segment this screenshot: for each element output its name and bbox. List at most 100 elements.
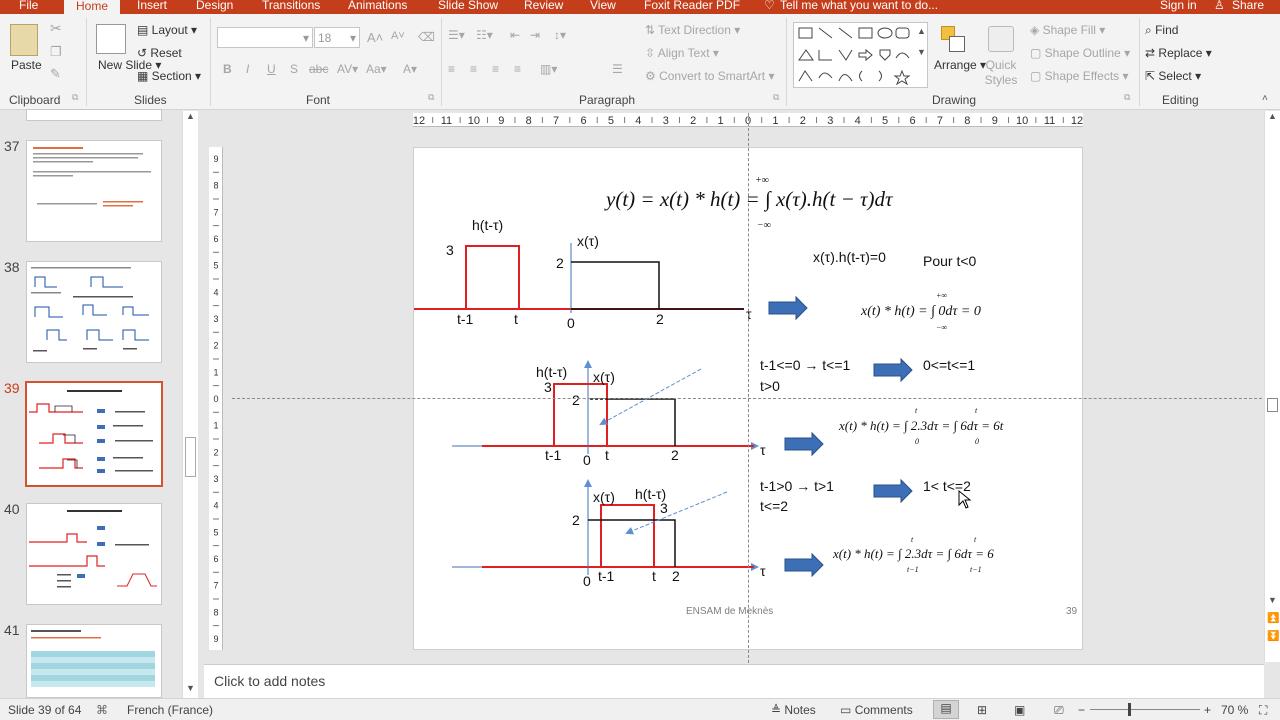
shrink-font-icon[interactable]: A˅ <box>391 30 405 42</box>
zoom-slider-track[interactable] <box>1090 709 1200 710</box>
comments-button[interactable]: ▭ Comments <box>840 703 913 717</box>
line-spacing-icon[interactable]: ↕▾ <box>554 28 566 42</box>
thumbnail-40[interactable] <box>26 503 162 605</box>
bullets-icon[interactable]: ☰▾ <box>448 28 465 42</box>
select-button[interactable]: ⇱ Select ▾ <box>1145 69 1201 83</box>
tab-transitions[interactable]: Transitions <box>262 0 320 12</box>
thumbnail-38[interactable] <box>26 261 162 363</box>
cut-icon[interactable]: ✂ <box>50 20 62 37</box>
spacing-icon[interactable]: AV▾ <box>337 62 358 76</box>
editor-scrollbar[interactable]: ▲ ▼ ⏫ ⏬ <box>1264 111 1280 662</box>
italic-icon[interactable]: I <box>246 62 249 76</box>
paragraph-more-icon[interactable]: ☰ <box>612 62 623 76</box>
strikethrough-icon[interactable]: abc <box>309 62 328 76</box>
font-size-box[interactable]: 18 ▾ <box>314 27 360 48</box>
next-slide-icon[interactable]: ⏬ <box>1267 631 1279 642</box>
thumbnail-scroll-thumb[interactable] <box>185 437 196 477</box>
font-color-icon[interactable]: A▾ <box>403 62 417 76</box>
previous-slide-icon[interactable]: ⏫ <box>1267 613 1279 624</box>
shadow-icon[interactable]: S <box>290 62 298 76</box>
change-case-icon[interactable]: Aa▾ <box>366 62 387 76</box>
zoom-out-button[interactable]: − <box>1078 703 1085 717</box>
tab-insert[interactable]: Insert <box>137 0 167 12</box>
font-name-box[interactable]: ▾ <box>217 27 313 48</box>
shapes-gallery[interactable] <box>793 22 928 88</box>
tab-file[interactable]: File <box>19 0 38 12</box>
share-icon[interactable]: ♙ <box>1214 0 1225 12</box>
horizontal-guide[interactable] <box>232 398 1262 399</box>
tell-me-box[interactable]: Tell me what you want to do... <box>780 0 938 12</box>
underline-icon[interactable]: U <box>267 62 276 76</box>
find-button[interactable]: ⌕ Find <box>1145 23 1178 38</box>
editor-scroll-thumb[interactable] <box>1267 398 1278 412</box>
tab-foxit[interactable]: Foxit Reader PDF <box>644 0 740 12</box>
align-right-icon[interactable]: ≡ <box>492 62 499 76</box>
replace-button[interactable]: ⇄ Replace ▾ <box>1145 46 1212 60</box>
normal-view-icon[interactable]: ▤ <box>933 700 959 719</box>
align-center-icon[interactable]: ≡ <box>470 62 477 76</box>
thumbnail-39-selected[interactable] <box>25 381 163 487</box>
editor-scroll-down-icon[interactable]: ▼ <box>1268 595 1277 605</box>
slide-sorter-icon[interactable]: ⊞ <box>977 703 987 717</box>
sign-in-link[interactable]: Sign in <box>1160 0 1197 12</box>
notes-pane[interactable]: Click to add notes <box>204 664 1264 698</box>
convert-smartart-button[interactable]: ⚙ Convert to SmartArt ▾ <box>645 69 774 83</box>
ruler-label: 9 <box>498 115 504 127</box>
thumbnail-37[interactable] <box>26 140 162 242</box>
select-icon: ⇱ <box>1145 69 1156 83</box>
paste-button[interactable]: Paste <box>11 58 42 72</box>
reading-view-icon[interactable]: ▣ <box>1014 703 1025 717</box>
align-left-icon[interactable]: ≡ <box>448 62 455 76</box>
text-direction-button[interactable]: ⇅ Text Direction ▾ <box>645 23 740 37</box>
decrease-indent-icon[interactable]: ⇤ <box>510 28 520 42</box>
shape-effects-button[interactable]: ▢ Shape Effects ▾ <box>1030 69 1129 83</box>
bold-icon[interactable]: B <box>223 62 232 76</box>
shape-outline-button[interactable]: ▢ Shape Outline ▾ <box>1030 46 1130 60</box>
reset-button[interactable]: ↺ Reset <box>137 46 182 60</box>
thumbnail-41[interactable] <box>26 624 162 698</box>
zoom-level[interactable]: 70 % <box>1221 703 1248 717</box>
share-button[interactable]: Share <box>1232 0 1264 12</box>
quick-styles-button[interactable]: Quick Styles <box>981 58 1021 88</box>
drawing-launcher-icon[interactable]: ⧉ <box>1124 92 1130 103</box>
section-button[interactable]: ▦ Section ▾ <box>137 69 201 83</box>
zoom-in-button[interactable]: + <box>1204 703 1211 717</box>
scroll-down-icon[interactable]: ▼ <box>186 683 195 693</box>
notes-button[interactable]: ≜ Notes <box>771 703 816 717</box>
tab-view[interactable]: View <box>590 0 616 12</box>
gallery-scroll-down-icon[interactable]: ▼ <box>917 47 926 57</box>
tab-slide-show[interactable]: Slide Show <box>438 0 498 12</box>
vertical-guide[interactable] <box>748 113 749 663</box>
format-painter-icon[interactable]: ✎ <box>50 66 61 82</box>
p2-condition: t-1<=0 → t<=1 <box>760 357 850 373</box>
tab-design[interactable]: Design <box>196 0 233 12</box>
increase-indent-icon[interactable]: ⇥ <box>530 28 540 42</box>
grow-font-icon[interactable]: A˄ <box>367 30 383 45</box>
clear-format-icon[interactable]: ⌫ <box>418 30 435 44</box>
thumbnail-36[interactable] <box>26 109 162 121</box>
tab-animations[interactable]: Animations <box>348 0 407 12</box>
gallery-scroll-up-icon[interactable]: ▲ <box>917 26 926 36</box>
language-indicator[interactable]: French (France) <box>127 703 213 717</box>
layout-button[interactable]: ▤ Layout ▾ <box>137 23 197 37</box>
thumbnail-scrollbar[interactable]: ▲ ▼ <box>182 111 198 698</box>
editor-scroll-up-icon[interactable]: ▲ <box>1268 111 1277 121</box>
align-text-button[interactable]: ⇳ Align Text ▾ <box>645 46 719 60</box>
slideshow-icon[interactable]: ⎚ <box>1054 703 1064 718</box>
fit-to-window-icon[interactable]: ⛶ <box>1259 703 1267 718</box>
copy-icon[interactable]: ❐ <box>50 44 62 60</box>
arrange-button[interactable]: Arrange ▾ <box>934 58 986 72</box>
collapse-ribbon-icon[interactable]: ˄ <box>1262 93 1268 104</box>
notes-placeholder[interactable]: Click to add notes <box>214 673 325 689</box>
numbering-icon[interactable]: ☷▾ <box>476 28 493 42</box>
scroll-up-icon[interactable]: ▲ <box>186 111 195 121</box>
shape-fill-button[interactable]: ◈ Shape Fill ▾ <box>1030 23 1105 37</box>
tab-review[interactable]: Review <box>524 0 563 12</box>
paragraph-launcher-icon[interactable]: ⧉ <box>773 92 779 103</box>
justify-icon[interactable]: ≡ <box>514 62 521 76</box>
spellcheck-icon[interactable]: ⌘ <box>96 703 108 717</box>
zoom-slider-handle[interactable] <box>1128 703 1131 716</box>
font-launcher-icon[interactable]: ⧉ <box>428 92 434 103</box>
columns-icon[interactable]: ▥▾ <box>540 62 557 76</box>
clipboard-launcher-icon[interactable]: ⧉ <box>72 92 78 103</box>
